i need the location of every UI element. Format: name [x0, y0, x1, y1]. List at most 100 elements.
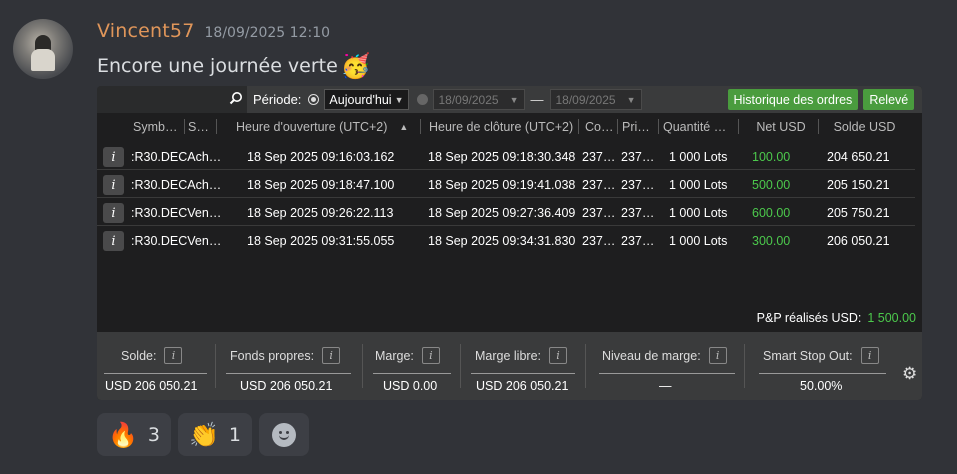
column-label: S…: [188, 119, 209, 134]
info-icon[interactable]: i: [708, 347, 727, 364]
column-side[interactable]: S…: [188, 113, 217, 140]
metric-value: USD 206 050.21: [476, 379, 569, 393]
metric-balance: Solde: i USD 206 050.21: [97, 332, 214, 400]
reaction-fire[interactable]: 🔥 3: [97, 413, 171, 456]
timestamp: 18/09/2025 12:10: [204, 25, 331, 41]
open-time-cell: 18 Sep 2025 09:16:03.162: [247, 149, 395, 164]
column-co[interactable]: Co…: [585, 113, 618, 140]
search-input[interactable]: [97, 86, 247, 113]
close-time-cell: 18 Sep 2025 09:27:36.409: [428, 205, 576, 220]
metric-value: —: [659, 379, 672, 393]
info-icon[interactable]: i: [164, 347, 183, 364]
metric-label: Smart Stop Out:: [763, 348, 853, 363]
info-icon[interactable]: i: [103, 231, 124, 251]
metric-value: 50.00%: [800, 379, 843, 393]
metric-label: Niveau de marge:: [602, 348, 701, 363]
column-open-time[interactable]: Heure d'ouverture (UTC+2) ▲: [236, 113, 421, 140]
statement-button[interactable]: Relevé: [863, 89, 915, 110]
close-time-cell: 18 Sep 2025 09:34:31.830: [428, 233, 576, 248]
reaction-clap[interactable]: 👏 1: [177, 413, 252, 456]
metric-label: Fonds propres:: [230, 348, 315, 363]
column-label: Co…: [585, 119, 614, 134]
metric-value: USD 206 050.21: [240, 379, 333, 393]
net-cell: 600.00: [752, 205, 791, 220]
info-icon[interactable]: i: [421, 347, 440, 364]
close-time-cell: 18 Sep 2025 09:18:30.348: [428, 149, 576, 164]
realized-pnl: P&P réalisés USD: 1 500.00: [757, 311, 916, 325]
reaction-count: 3: [147, 423, 160, 446]
quantity-cell: 1 000 Lots: [669, 177, 728, 192]
toolbar: Période: Aujourd'hui ▼ 18/09/2025 ▼ — 18/0…: [97, 86, 922, 113]
reaction-count: 1: [228, 423, 241, 446]
order-history-button[interactable]: Historique des ordres: [727, 89, 859, 110]
table-row[interactable]: i :R30.DECVen… 18 Sep 2025 09:31:55.055 …: [97, 227, 915, 254]
price-cell: 237…: [621, 177, 655, 192]
date-to-field[interactable]: 18/09/2025 ▼: [549, 89, 642, 110]
net-cell: 300.00: [752, 233, 791, 248]
column-label: Net USD: [756, 119, 806, 134]
table-row[interactable]: i :R30.DECAch… 18 Sep 2025 09:16:03.162 …: [97, 143, 915, 170]
balance-cell: 205 750.21: [827, 205, 890, 220]
metric-label: Marge:: [375, 348, 414, 363]
trading-history-panel: Période: Aujourd'hui ▼ 18/09/2025 ▼ — 18/0…: [97, 86, 922, 400]
realized-pnl-label: P&P réalisés USD:: [756, 311, 862, 325]
metric-margin-level: Niveau de marge: i —: [586, 332, 743, 400]
table-row[interactable]: i :R30.DECAch… 18 Sep 2025 09:18:47.100 …: [97, 171, 915, 198]
open-time-cell: 18 Sep 2025 09:31:55.055: [247, 233, 395, 248]
column-label: Heure de clôture (UTC+2): [429, 119, 574, 134]
username[interactable]: Vincent57: [97, 20, 195, 42]
info-icon[interactable]: i: [549, 347, 567, 364]
realized-pnl-value: 1 500.00: [867, 311, 916, 325]
reactions-bar: 🔥 3 👏 1: [97, 413, 309, 456]
avatar[interactable]: [13, 19, 73, 79]
table-row[interactable]: i :R30.DECVen… 18 Sep 2025 09:26:22.113 …: [97, 199, 915, 226]
date-from-field[interactable]: 18/09/2025 ▼: [432, 89, 525, 110]
metric-value: USD 0.00: [383, 379, 438, 393]
balance-cell: 205 150.21: [827, 177, 890, 192]
symbol-cell: :R30.DECAch…: [131, 149, 222, 164]
metric-margin: Marge: i USD 0.00: [363, 332, 459, 400]
net-cell: 100.00: [752, 149, 791, 164]
column-net[interactable]: Net USD: [743, 113, 819, 140]
metric-smart-stop-out: Smart Stop Out: i 50.00%: [745, 332, 895, 400]
balance-cell: 204 650.21: [827, 149, 890, 164]
period-radio-custom[interactable]: [416, 94, 428, 105]
price-cell: 237…: [621, 233, 655, 248]
chevron-down-icon: ▼: [626, 94, 636, 105]
price-cell: 237…: [621, 149, 655, 164]
info-icon[interactable]: i: [322, 347, 341, 364]
chevron-down-icon: ▼: [509, 94, 519, 105]
balance-cell: 206 050.21: [827, 233, 890, 248]
info-icon[interactable]: i: [103, 175, 124, 195]
column-symbol[interactable]: Symb…: [133, 113, 185, 140]
quantity-cell: 1 000 Lots: [669, 205, 728, 220]
column-label: Heure d'ouverture (UTC+2): [236, 119, 388, 134]
symbol-cell: :R30.DECVen…: [131, 233, 222, 248]
date-from-value: 18/09/2025: [438, 92, 499, 107]
metric-equity: Fonds propres: i USD 206 050.21: [216, 332, 361, 400]
info-icon[interactable]: i: [103, 203, 124, 223]
add-reaction-button[interactable]: [258, 413, 309, 456]
column-quantity[interactable]: Quantité …: [663, 113, 739, 140]
info-icon[interactable]: i: [860, 347, 879, 364]
symbol-cell: :R30.DECVen…: [131, 205, 222, 220]
open-time-cell: 18 Sep 2025 09:18:47.100: [247, 177, 395, 192]
chevron-down-icon: ▼: [394, 94, 404, 105]
co-cell: 237…: [582, 149, 616, 164]
column-close-time[interactable]: Heure de clôture (UTC+2): [429, 113, 579, 140]
column-balance[interactable]: Solde USD: [822, 113, 907, 140]
add-reaction-icon: [271, 422, 296, 447]
net-cell: 500.00: [752, 177, 791, 192]
period-radio-today[interactable]: [308, 94, 320, 105]
fire-emoji: 🔥: [108, 420, 138, 449]
column-label: Quantité …: [663, 119, 727, 134]
column-label: Pri…: [622, 119, 650, 134]
gear-icon[interactable]: ⚙: [902, 364, 917, 384]
column-price[interactable]: Pri…: [622, 113, 659, 140]
date-to-value: 18/09/2025: [555, 92, 616, 107]
close-time-cell: 18 Sep 2025 09:19:41.038: [428, 177, 576, 192]
period-label: Période:: [253, 92, 302, 107]
period-select[interactable]: Aujourd'hui ▼: [324, 89, 409, 110]
info-icon[interactable]: i: [103, 147, 124, 167]
search-icon[interactable]: [229, 91, 243, 105]
